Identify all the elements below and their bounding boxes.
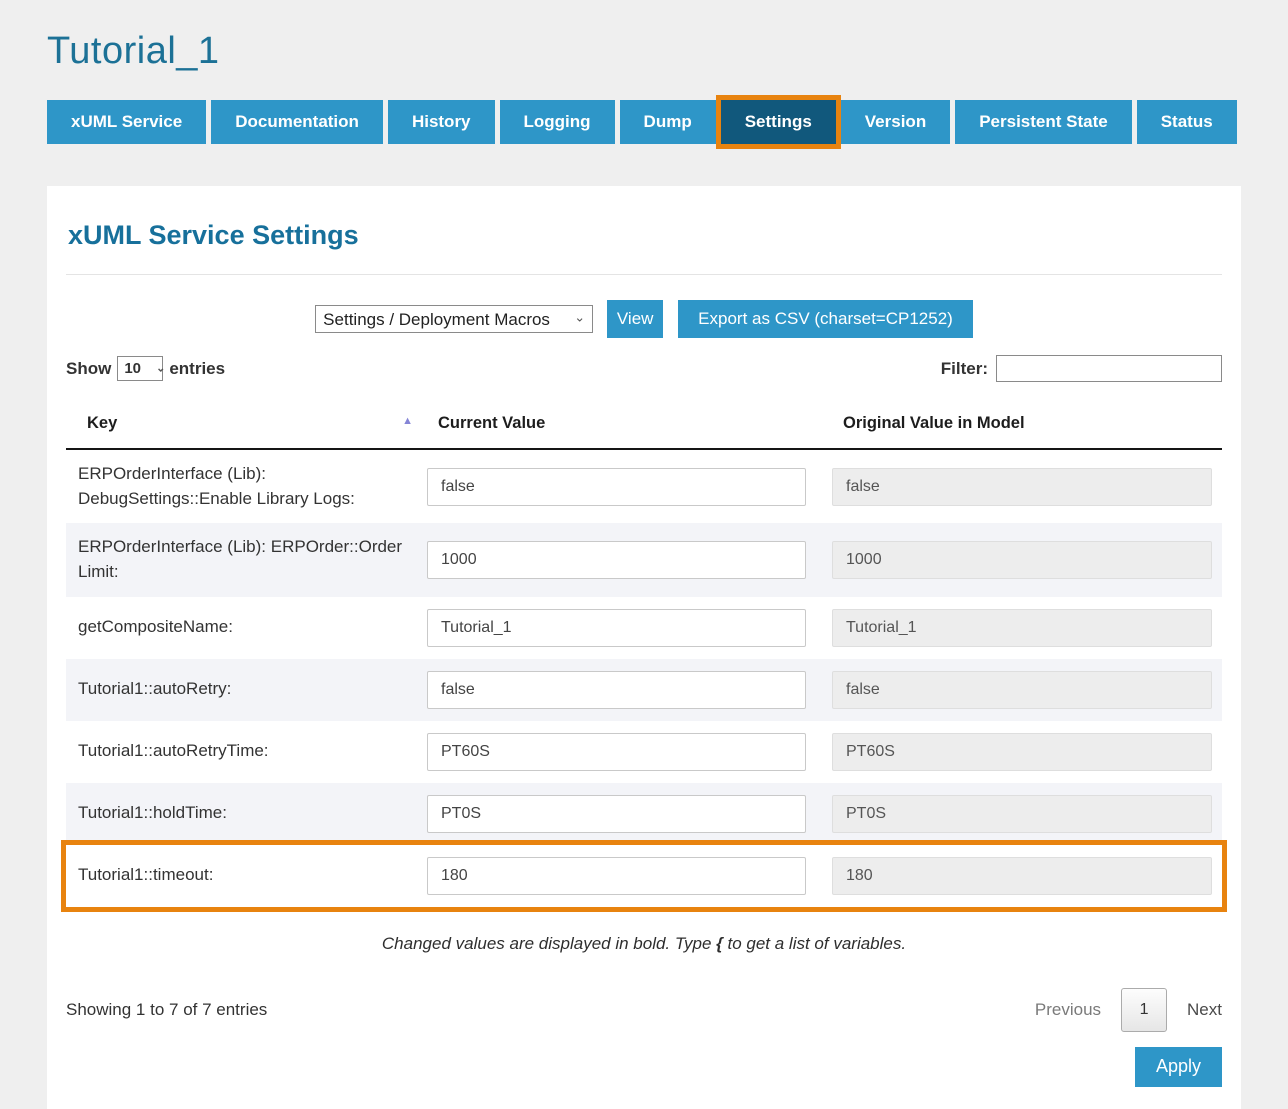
table-header: Key ▲ Current Value Original Value in Mo… bbox=[66, 396, 1222, 450]
showing-entries-text: Showing 1 to 7 of 7 entries bbox=[66, 1000, 267, 1020]
page-title: Tutorial_1 bbox=[0, 0, 1288, 73]
show-entries-select[interactable]: 10 bbox=[117, 356, 163, 381]
tab-persistent-state[interactable]: Persistent State bbox=[955, 100, 1132, 144]
setting-key: getCompositeName: bbox=[66, 615, 427, 640]
page: Tutorial_1 xUML Service Documentation Hi… bbox=[0, 0, 1288, 1109]
page-number-button[interactable]: 1 bbox=[1121, 988, 1167, 1032]
show-entries-group: Show 10 ⌄ entries bbox=[66, 356, 225, 381]
setting-key: Tutorial1::autoRetryTime: bbox=[66, 739, 427, 764]
current-value-input[interactable] bbox=[427, 468, 806, 506]
tab-status[interactable]: Status bbox=[1137, 100, 1237, 144]
filter-input[interactable] bbox=[996, 355, 1222, 382]
original-value-field bbox=[832, 609, 1212, 647]
hint-note: Changed values are displayed in bold. Ty… bbox=[66, 934, 1222, 954]
setting-key: Tutorial1::holdTime: bbox=[66, 801, 427, 826]
original-value-field bbox=[832, 733, 1212, 771]
tab-documentation[interactable]: Documentation bbox=[211, 100, 383, 144]
current-value-input[interactable] bbox=[427, 857, 806, 895]
original-value-field bbox=[832, 795, 1212, 833]
current-value-input[interactable] bbox=[427, 541, 806, 579]
tab-dump[interactable]: Dump bbox=[620, 100, 716, 144]
panel-heading: xUML Service Settings bbox=[66, 186, 1222, 251]
macro-select[interactable]: Settings / Deployment Macros bbox=[315, 305, 593, 333]
table-row: ERPOrderInterface (Lib): ERPOrder::Order… bbox=[66, 523, 1222, 596]
tab-version[interactable]: Version bbox=[841, 100, 950, 144]
previous-page-button[interactable]: Previous bbox=[1035, 1000, 1101, 1020]
divider bbox=[66, 274, 1222, 275]
table-row: Tutorial1::autoRetryTime: bbox=[66, 721, 1222, 783]
next-page-button[interactable]: Next bbox=[1187, 1000, 1222, 1020]
original-value-field bbox=[832, 857, 1212, 895]
pagination: Previous 1 Next bbox=[1035, 988, 1222, 1032]
export-csv-button[interactable]: Export as CSV (charset=CP1252) bbox=[678, 300, 973, 338]
show-select-wrap: 10 ⌄ bbox=[111, 356, 169, 381]
filter-group: Filter: bbox=[941, 355, 1222, 382]
table-row-timeout-highlighted: Tutorial1::timeout: bbox=[66, 845, 1222, 907]
entries-label: entries bbox=[169, 359, 225, 379]
tab-xuml-service[interactable]: xUML Service bbox=[47, 100, 206, 144]
sort-ascending-icon[interactable]: ▲ bbox=[402, 415, 413, 427]
column-header-original-value[interactable]: Original Value in Model bbox=[832, 414, 1222, 433]
apply-button[interactable]: Apply bbox=[1135, 1047, 1222, 1087]
show-label: Show bbox=[66, 359, 111, 379]
table-row: getCompositeName: bbox=[66, 597, 1222, 659]
filter-label: Filter: bbox=[941, 359, 988, 379]
setting-key: Tutorial1::timeout: bbox=[66, 863, 427, 888]
column-header-current-value[interactable]: Current Value bbox=[427, 414, 832, 433]
tab-bar: xUML Service Documentation History Loggi… bbox=[47, 100, 1288, 144]
current-value-input[interactable] bbox=[427, 609, 806, 647]
table-row: Tutorial1::holdTime: bbox=[66, 783, 1222, 845]
current-value-input[interactable] bbox=[427, 733, 806, 771]
original-value-field bbox=[832, 468, 1212, 506]
settings-table: Key ▲ Current Value Original Value in Mo… bbox=[66, 396, 1222, 907]
original-value-field bbox=[832, 671, 1212, 709]
settings-panel: xUML Service Settings Settings / Deploym… bbox=[47, 186, 1241, 1109]
table-row: ERPOrderInterface (Lib): DebugSettings::… bbox=[66, 450, 1222, 523]
toolbar: Settings / Deployment Macros ⌄ View Expo… bbox=[66, 300, 1222, 338]
setting-key: ERPOrderInterface (Lib): DebugSettings::… bbox=[66, 462, 427, 511]
macro-select-wrap: Settings / Deployment Macros ⌄ bbox=[315, 305, 593, 333]
tab-history[interactable]: History bbox=[388, 100, 495, 144]
view-button[interactable]: View bbox=[607, 300, 663, 338]
list-controls: Show 10 ⌄ entries Filter: bbox=[66, 355, 1222, 382]
tab-logging[interactable]: Logging bbox=[500, 100, 615, 144]
current-value-input[interactable] bbox=[427, 795, 806, 833]
column-header-key[interactable]: Key ▲ bbox=[66, 414, 427, 433]
table-footer: Showing 1 to 7 of 7 entries Previous 1 N… bbox=[66, 988, 1222, 1032]
table-row: Tutorial1::autoRetry: bbox=[66, 659, 1222, 721]
current-value-input[interactable] bbox=[427, 671, 806, 709]
setting-key: ERPOrderInterface (Lib): ERPOrder::Order… bbox=[66, 535, 427, 584]
setting-key: Tutorial1::autoRetry: bbox=[66, 677, 427, 702]
tab-settings[interactable]: Settings bbox=[721, 100, 836, 144]
apply-row: Apply bbox=[66, 1047, 1222, 1087]
original-value-field bbox=[832, 541, 1212, 579]
